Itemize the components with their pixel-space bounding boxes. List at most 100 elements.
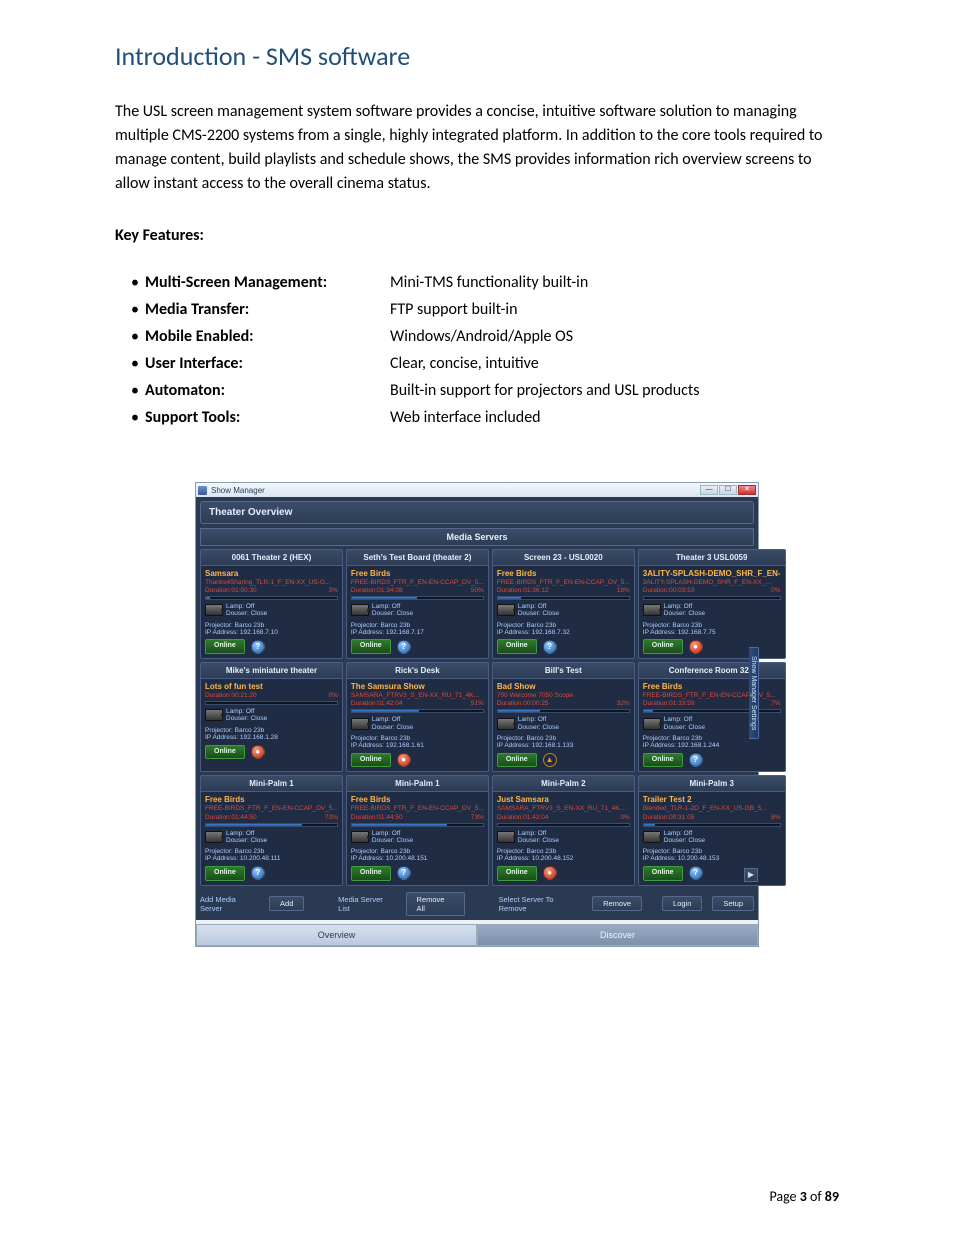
lamp-douser-status: Lamp: OffDouser: Close (372, 603, 413, 617)
projector-info: Projector: Barco 23bIP Address: 192.168.… (643, 735, 781, 750)
tile-header: Mike's miniature theater (201, 663, 342, 679)
online-button[interactable]: Online (497, 866, 537, 881)
server-tile[interactable]: Mini-Palm 1Free BirdsFREE-BIRDS_FTR_F_EN… (346, 775, 489, 885)
online-button[interactable]: Online (643, 866, 683, 881)
online-button[interactable]: Online (497, 753, 537, 768)
heading: Introduction - SMS software (115, 40, 839, 72)
projector-info: Projector: Barco 23bIP Address: 10.200.4… (497, 848, 630, 863)
online-button[interactable]: Online (351, 866, 391, 881)
tile-header: Mini-Palm 1 (201, 776, 342, 792)
projector-icon (351, 831, 369, 843)
media-servers-bar: Media Servers (200, 528, 754, 546)
online-row: Online● (351, 753, 484, 768)
tab-overview[interactable]: Overview (196, 924, 477, 946)
server-tile[interactable]: Theater 3 USL00593ALITY-SPLASH-DEMO_SHR_… (638, 549, 786, 659)
server-tile[interactable]: Screen 23 - USL0020Free BirdsFREE-BIRDS_… (492, 549, 635, 659)
show-title: Trailer Test 2 (643, 795, 781, 805)
online-button[interactable]: Online (205, 866, 245, 881)
percent-label: 3% (329, 587, 338, 595)
projector-info: Projector: Barco 23bIP Address: 10.200.4… (643, 848, 781, 863)
server-tile[interactable]: Seth's Test Board (theater 2)Free BirdsF… (346, 549, 489, 659)
server-tile[interactable]: Mini-Palm 3Trailer Test 2Blended_TLR-1-2… (638, 775, 786, 885)
add-button[interactable]: Add (269, 896, 304, 911)
feature-item: Support Tools:Web interface included (115, 408, 839, 427)
projector-row: Lamp: OffDouser: Close (643, 603, 781, 617)
maximize-button[interactable]: ☐ (719, 485, 737, 495)
content-meta: FREE-BIRDS_FTR_F_EN-EN-CCAP_OV_5... (351, 579, 484, 587)
online-button[interactable]: Online (643, 639, 683, 654)
feature-value: Web interface included (390, 408, 839, 427)
lamp-douser-status: Lamp: OffDouser: Close (372, 830, 413, 844)
projector-icon (643, 604, 661, 616)
content-meta: 3ALITY-SPLASH-DEMO_SHR_F_EN-XX_... (643, 579, 781, 587)
content-meta: 700 Welcome 7050 Scope (497, 692, 630, 700)
online-button[interactable]: Online (351, 639, 391, 654)
intro-paragraph: The USL screen management system softwar… (115, 100, 839, 196)
lamp-douser-status: Lamp: OffDouser: Close (372, 716, 413, 730)
scroll-right-button[interactable]: ▶ (744, 868, 758, 882)
percent-label: 0% (771, 587, 780, 595)
feature-value: Clear, concise, intuitive (390, 354, 839, 373)
server-tile[interactable]: Bill's TestBad Show700 Welcome 7050 Scop… (492, 662, 635, 772)
server-tile[interactable]: Mike's miniature theaterLots of fun test… (200, 662, 343, 772)
status-indicator-icon: ? (543, 640, 557, 654)
tile-body: Trailer Test 2Blended_TLR-1-2D_F_EN-XX_U… (639, 792, 785, 884)
online-button[interactable]: Online (205, 745, 245, 760)
percent-label: 51% (471, 700, 484, 708)
feature-label: Support Tools: (145, 408, 390, 427)
show-title: Free Birds (643, 682, 781, 692)
remove-button[interactable]: Remove (592, 896, 642, 911)
status-indicator-icon: ● (689, 640, 703, 654)
show-title: Lots of fun test (205, 682, 338, 692)
server-tile[interactable]: Conference Room 32BFree BirdsFREE-BIRDS_… (638, 662, 786, 772)
online-button[interactable]: Online (643, 753, 683, 768)
feature-item: Multi-Screen Management:Mini-TMS functio… (115, 273, 839, 292)
show-title: Just Samsara (497, 795, 630, 805)
status-indicator-icon: ● (543, 866, 557, 880)
app-icon (198, 486, 207, 495)
progress-bar (205, 596, 338, 600)
online-button[interactable]: Online (351, 753, 391, 768)
online-button[interactable]: Online (497, 639, 537, 654)
status-indicator-icon: ● (251, 745, 265, 759)
show-title: 3ALITY-SPLASH-DEMO_SHR_F_EN- (643, 569, 781, 579)
remove-all-button[interactable]: Remove All (406, 892, 465, 916)
server-tile[interactable]: Mini-Palm 1Free BirdsFREE-BIRDS_FTR_F_EN… (200, 775, 343, 885)
tile-header: Mini-Palm 3 (639, 776, 785, 792)
tile-header: 0061 Theater 2 (HEX) (201, 550, 342, 566)
lamp-douser-status: Lamp: OffDouser: Close (664, 830, 705, 844)
projector-row: Lamp: OffDouser: Close (497, 716, 630, 730)
show-title: Bad Show (497, 682, 630, 692)
window-titlebar: Show Manager — ☐ ✕ (196, 483, 758, 497)
tile-body: Free BirdsFREE-BIRDS_FTR_F_EN-EN-CCAP_OV… (201, 792, 342, 884)
login-button[interactable]: Login (662, 896, 702, 911)
projector-row: Lamp: OffDouser: Close (351, 603, 484, 617)
server-tile[interactable]: Mini-Palm 2Just SamsaraSAMSARA_FTRV3_S_E… (492, 775, 635, 885)
tab-discover[interactable]: Discover (477, 924, 758, 946)
percent-label: 8% (771, 814, 780, 822)
close-button[interactable]: ✕ (738, 485, 756, 495)
minimize-button[interactable]: — (700, 485, 718, 495)
tile-body: 3ALITY-SPLASH-DEMO_SHR_F_EN-3ALITY-SPLAS… (639, 566, 785, 658)
lamp-douser-status: Lamp: OffDouser: Close (664, 603, 705, 617)
status-indicator-icon: ? (251, 640, 265, 654)
server-tile[interactable]: 0061 Theater 2 (HEX)SamsaraThanks4Sharin… (200, 549, 343, 659)
online-row: Online? (643, 753, 781, 768)
setup-button[interactable]: Setup (712, 896, 754, 911)
online-row: Online? (205, 639, 338, 654)
progress-bar (205, 701, 338, 705)
settings-side-handle[interactable]: Show Manager Settings (749, 647, 759, 739)
server-list-label: Media Server List (338, 895, 395, 913)
percent-label: 50% (471, 587, 484, 595)
duration-label: Duration:01:50:30 (205, 587, 257, 595)
progress-row: Duration:01:36:1218% (497, 587, 630, 595)
projector-icon (351, 718, 369, 730)
tile-body: Lots of fun testDuration:00:21:200%Lamp:… (201, 679, 342, 763)
server-tile[interactable]: Rick's DeskThe Samsura ShowSAMSARA_FTRV3… (346, 662, 489, 772)
percent-label: 73% (471, 814, 484, 822)
online-button[interactable]: Online (205, 639, 245, 654)
show-title: The Samsura Show (351, 682, 484, 692)
tile-header: Theater 3 USL0059 (639, 550, 785, 566)
feature-value: Windows/Android/Apple OS (390, 327, 839, 346)
server-grid: 0061 Theater 2 (HEX)SamsaraThanks4Sharin… (200, 549, 754, 886)
